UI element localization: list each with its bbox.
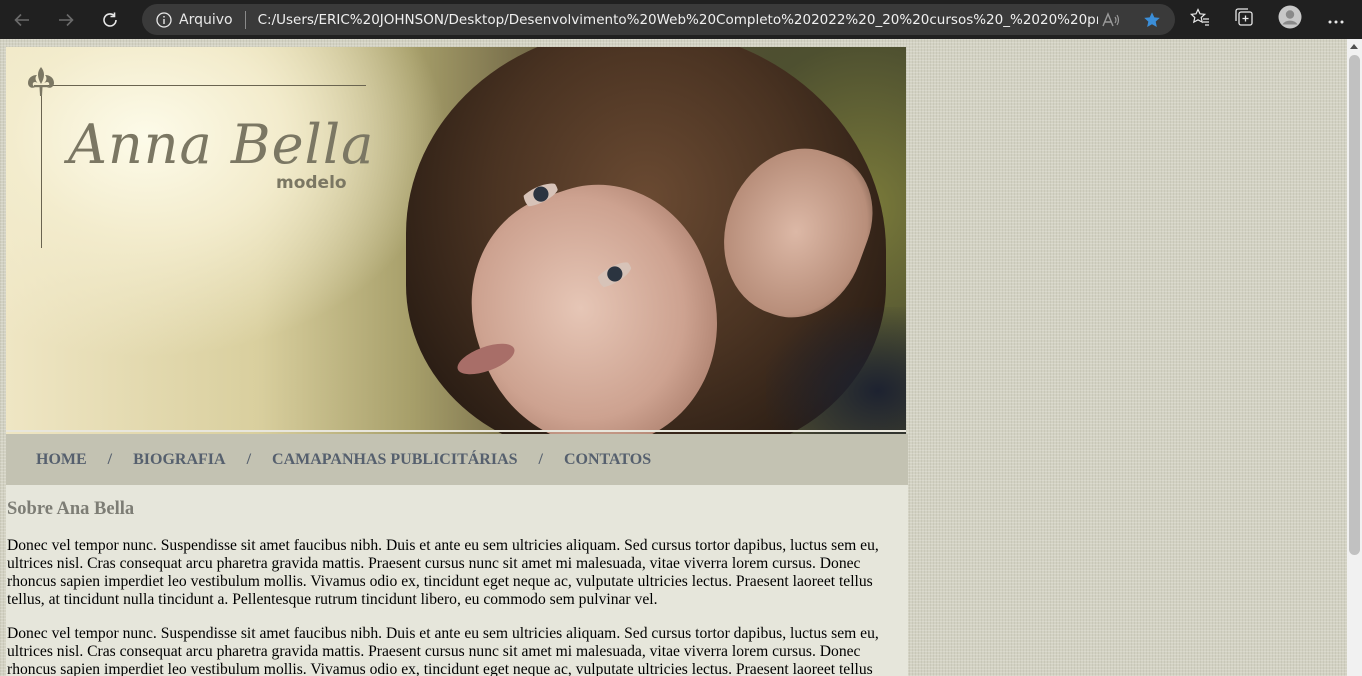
fleur-de-lis-icon xyxy=(24,65,58,104)
menu-item-biografia[interactable]: BIOGRAFIA xyxy=(133,451,225,469)
more-menu-button[interactable] xyxy=(1316,0,1356,39)
vertical-scrollbar[interactable] xyxy=(1347,39,1362,676)
logo-name: Anna Bella xyxy=(68,113,375,176)
profile-button[interactable] xyxy=(1270,0,1310,39)
site-container: Anna Bella modelo HOME / BIOGRAFIA / CAM… xyxy=(6,47,908,676)
info-icon[interactable] xyxy=(155,11,173,29)
more-dots-icon xyxy=(1328,11,1344,29)
menu-item-contatos[interactable]: CONTATOS xyxy=(564,451,651,469)
refresh-button[interactable] xyxy=(88,0,132,39)
forward-button[interactable] xyxy=(44,0,88,39)
banner-divider xyxy=(6,430,906,432)
address-bar[interactable]: Arquivo C:/Users/ERIC%20JOHNSON/Desktop/… xyxy=(142,4,1175,35)
star-filled-icon[interactable] xyxy=(1141,9,1163,31)
refresh-icon xyxy=(101,11,119,29)
collections-icon xyxy=(1234,7,1254,32)
menu-separator: / xyxy=(246,450,252,468)
back-arrow-icon xyxy=(13,11,31,29)
collections-button[interactable] xyxy=(1224,0,1264,39)
logo-vertical-rule xyxy=(41,95,42,248)
forward-arrow-icon xyxy=(57,11,75,29)
back-button[interactable] xyxy=(0,0,44,39)
menu-separator: / xyxy=(538,450,543,468)
site-logo[interactable]: Anna Bella modelo xyxy=(6,47,386,267)
main-menu: HOME / BIOGRAFIA / CAMAPANHAS PUBLICITÁR… xyxy=(6,434,908,485)
section-title: Sobre Ana Bella xyxy=(7,499,135,519)
menu-item-home[interactable]: HOME xyxy=(36,451,87,469)
address-scheme: Arquivo xyxy=(179,11,233,28)
content-paragraph: Donec vel tempor nunc. Suspendisse sit a… xyxy=(7,625,879,676)
address-url[interactable]: C:/Users/ERIC%20JOHNSON/Desktop/Desenvol… xyxy=(258,12,1098,28)
page-viewport: Anna Bella modelo HOME / BIOGRAFIA / CAM… xyxy=(0,39,1347,676)
menu-item-campanhas[interactable]: CAMAPANHAS PUBLICITÁRIAS xyxy=(272,451,518,469)
address-divider xyxy=(244,10,246,29)
logo-horizontal-rule xyxy=(44,85,366,86)
logo-role: modelo xyxy=(276,173,347,193)
browser-toolbar: Arquivo C:/Users/ERIC%20JOHNSON/Desktop/… xyxy=(0,0,1362,39)
read-aloud-icon[interactable] xyxy=(1101,10,1121,30)
menu-separator: / xyxy=(107,450,113,468)
scroll-up-arrow-icon[interactable] xyxy=(1350,44,1358,49)
profile-avatar-icon xyxy=(1278,5,1302,34)
content-paragraph: Donec vel tempor nunc. Suspendisse sit a… xyxy=(7,537,879,608)
scrollbar-thumb[interactable] xyxy=(1349,55,1360,555)
banner-photo-shadow xyxy=(766,307,906,434)
about-section: Sobre Ana Bella Donec vel tempor nunc. S… xyxy=(6,485,908,676)
header-banner: Anna Bella modelo xyxy=(6,47,906,434)
favorites-icon xyxy=(1189,8,1210,31)
favorites-button[interactable] xyxy=(1180,0,1220,39)
